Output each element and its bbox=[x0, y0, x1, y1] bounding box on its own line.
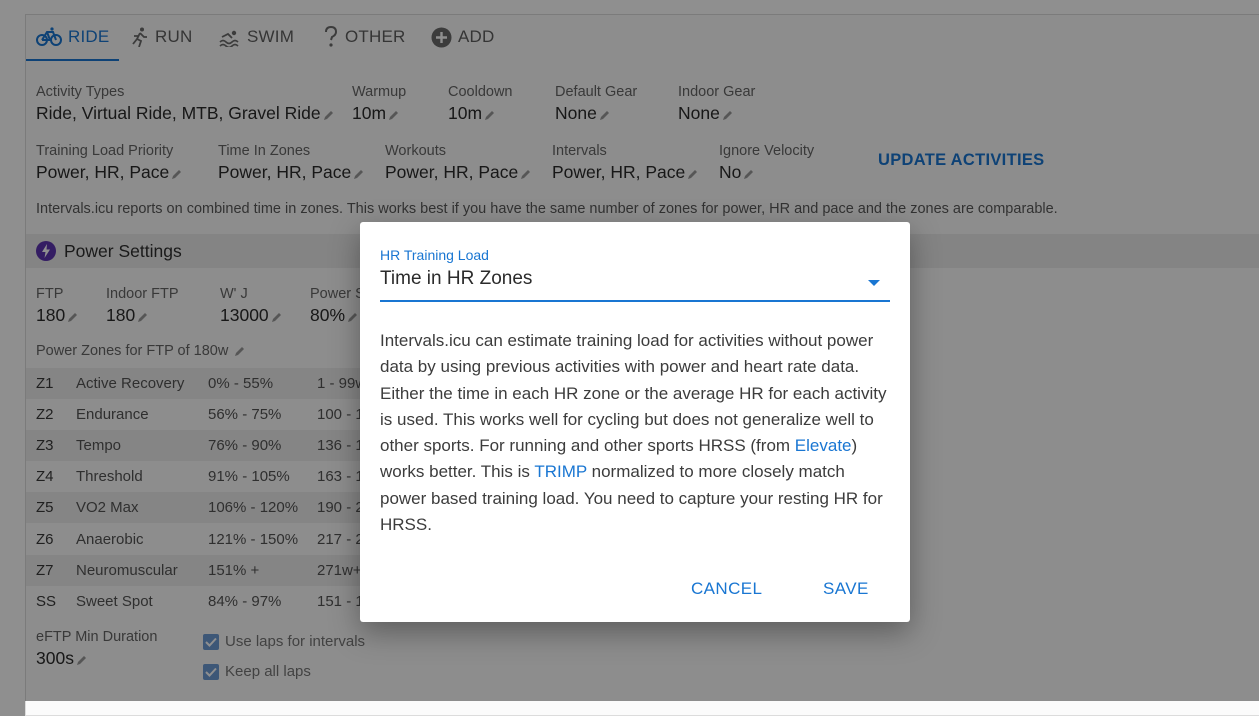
cancel-button[interactable]: CANCEL bbox=[691, 579, 762, 599]
dialog-description: Intervals.icu can estimate training load… bbox=[380, 328, 892, 538]
elevate-link[interactable]: Elevate bbox=[795, 436, 852, 455]
select-label: HR Training Load bbox=[380, 247, 489, 263]
save-button[interactable]: SAVE bbox=[823, 579, 869, 599]
select-value: Time in HR Zones bbox=[380, 268, 533, 289]
dropdown-arrow-icon[interactable] bbox=[868, 280, 880, 286]
trimp-link[interactable]: TRIMP bbox=[534, 462, 587, 481]
hr-training-load-select[interactable]: Time in HR Zones bbox=[380, 268, 890, 302]
hr-training-load-dialog: HR Training Load Time in HR Zones Interv… bbox=[360, 222, 910, 622]
